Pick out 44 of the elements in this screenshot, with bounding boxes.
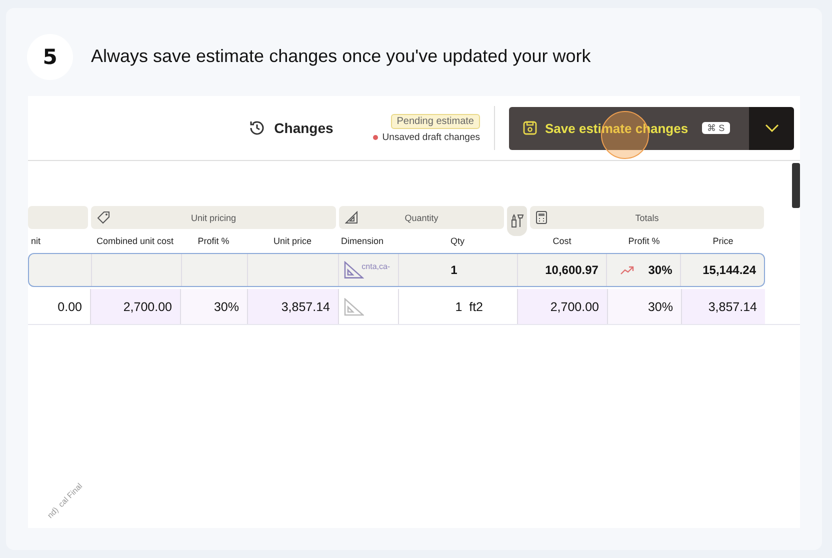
column-header: nit <box>30 236 42 246</box>
step-number: 5 <box>27 34 73 80</box>
table-cell: 3,857.14 <box>681 289 765 324</box>
group-header <box>28 206 88 229</box>
table-cell: 15,144.24 <box>680 254 764 286</box>
table-cell: 30% <box>607 289 681 324</box>
cell-value: 30% <box>648 263 672 277</box>
shortcut-key: ⌘ S <box>702 122 730 134</box>
table-cell: 30% <box>180 289 247 324</box>
table-cell: 1 <box>398 254 517 286</box>
column-header: Cost <box>552 236 572 246</box>
chevron-down-icon <box>764 124 778 132</box>
table-cell: 2,700.00 <box>517 289 607 324</box>
tag-icon <box>97 211 110 224</box>
column-header: Qty <box>449 236 466 246</box>
table-row[interactable]: 0.00 2,700.00 30% 3,857.14 1 ft2 2,700.00 30% 3,857.14 <box>28 289 800 325</box>
status-badge: Pending estimate <box>390 114 480 128</box>
column-header: Dimension <box>340 236 385 246</box>
column-header: Combined unit cost <box>95 236 175 246</box>
column-header: Price <box>712 236 734 246</box>
rotated-label: nd) <box>46 505 60 520</box>
table-cell-text: 0.00 <box>56 298 83 316</box>
status-dot <box>373 134 378 140</box>
table-cell: 10,600.97 <box>516 254 606 286</box>
group-label: Quantity <box>404 212 438 222</box>
dimension-text: cnta,ca- <box>362 262 390 270</box>
trend-up-icon <box>620 266 634 274</box>
changes-button[interactable]: Changes <box>242 118 340 138</box>
calculator-icon <box>536 211 547 224</box>
step-title: Always save estimate changes once you've updated your work <box>91 46 591 67</box>
table-cell: 2,700.00 <box>90 289 180 324</box>
group-label: Totals <box>635 212 659 222</box>
table-cell: 3,857.14 <box>247 289 338 324</box>
column-header: Profit % <box>196 236 230 246</box>
group-label: Unit pricing <box>190 212 236 222</box>
column-header: Unit price <box>272 236 312 246</box>
tools-icon <box>510 214 524 228</box>
draft-note: Unsaved draft changes <box>382 132 480 142</box>
dropdown-button[interactable] <box>749 106 794 150</box>
column-header: Profit % <box>627 236 661 246</box>
scrollbar-thumb[interactable] <box>792 163 800 208</box>
summary-row[interactable]: cnta,ca- 1 10,600.97 30% 15,144.24 <box>28 253 765 287</box>
history-icon <box>248 119 266 137</box>
save-icon <box>523 121 537 135</box>
